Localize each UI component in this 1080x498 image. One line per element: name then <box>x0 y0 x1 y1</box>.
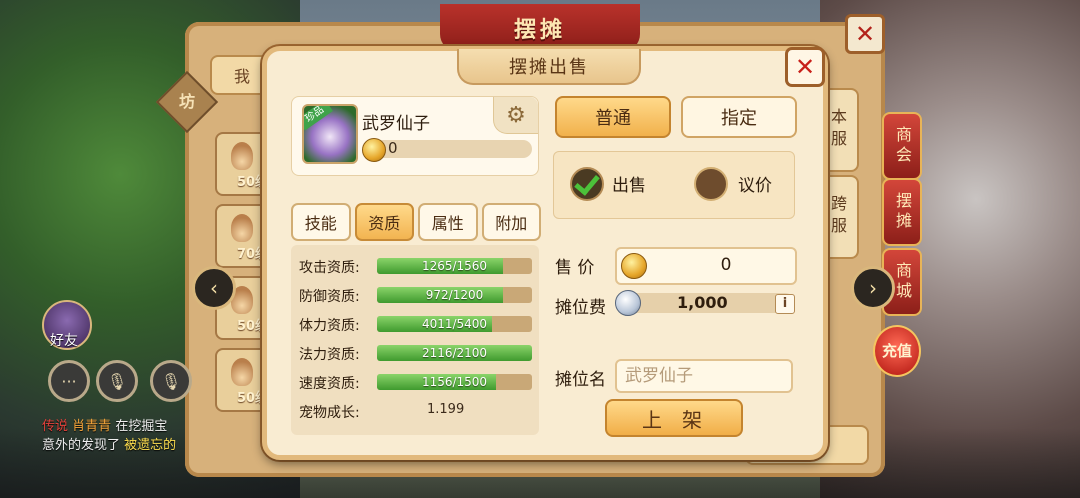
stat-value: 972/1200 <box>425 288 484 302</box>
next-arrow-button[interactable]: › <box>851 266 895 310</box>
pet-name: 武罗仙子 <box>362 114 430 134</box>
tab-aptitude[interactable]: 资质 <box>354 203 414 241</box>
growth-label: 宠物成长: <box>299 405 360 421</box>
list-for-sale-button[interactable]: 上架 <box>605 399 743 437</box>
stat-value: 2116/2100 <box>421 346 488 360</box>
aptitude-panel: 攻击资质: 1265/1560 防御资质: 972/1200 体力资质: 401… <box>291 245 539 435</box>
stat-label: 速度资质: <box>299 376 360 392</box>
mode-normal-button[interactable]: 普通 <box>555 96 671 138</box>
stat-row: 防御资质: 972/1200 <box>299 284 535 306</box>
tab-extra[interactable]: 附加 <box>481 203 541 241</box>
flame-icon <box>231 358 253 386</box>
stall-window-title: 摆摊 <box>440 4 640 52</box>
price-input[interactable]: 0 <box>615 247 797 285</box>
nav-chamber-of-commerce[interactable]: 商会 <box>882 112 922 180</box>
pet-coin-value: 0 <box>388 139 398 157</box>
voice-button-2[interactable]: 🎙 <box>150 360 192 402</box>
growth-value: 1.199 <box>427 402 465 417</box>
mode-designated-button[interactable]: 指定 <box>681 96 797 138</box>
negotiate-radio-label: 议价 <box>738 176 772 196</box>
sell-dialog: 摆摊出售 ✕ 珍品 武罗仙子 0 ⚙ 技能 资质 属性 附加 攻击资质: 126… <box>262 46 828 460</box>
tab-skills[interactable]: 技能 <box>291 203 351 241</box>
flame-icon <box>231 214 253 242</box>
chat-player-name: 肖青青 <box>72 419 112 434</box>
microphone-icon: 🎙 <box>160 371 182 391</box>
microphone-icon: 🎙 <box>106 371 128 391</box>
stat-label: 法力资质: <box>299 347 360 363</box>
price-label: 售 价 <box>555 258 595 278</box>
chat-line: 意外的发现了 被遗忘的 <box>42 434 202 453</box>
negotiate-radio[interactable] <box>694 167 728 201</box>
silver-coin-icon <box>615 290 641 316</box>
pet-settings-button[interactable]: ⚙ <box>493 97 538 134</box>
friend-label: 好友 <box>50 333 78 349</box>
dialog-title: 摆摊出售 <box>457 49 641 85</box>
dialog-close-button[interactable]: ✕ <box>785 47 825 87</box>
pet-rare-tag: 珍品 <box>304 106 333 131</box>
chat-bubble-icon: ··· <box>61 371 77 391</box>
stat-row: 攻击资质: 1265/1560 <box>299 255 535 277</box>
chat-text: 在挖掘宝 <box>115 419 168 434</box>
stat-label: 攻击资质: <box>299 260 360 276</box>
sell-radio[interactable] <box>570 167 604 201</box>
prev-arrow-button[interactable]: ‹ <box>192 266 236 310</box>
stat-value: 1156/1500 <box>421 375 488 389</box>
chat-line: 传说 肖青青 在挖掘宝 <box>42 415 202 434</box>
recharge-button[interactable]: 充值 <box>873 325 921 377</box>
price-value: 0 <box>720 255 732 275</box>
fee-label: 摊位费 <box>555 298 606 318</box>
fee-info-button[interactable]: i <box>775 294 795 314</box>
pet-coin-bar <box>374 140 532 158</box>
chat-button[interactable]: ··· <box>48 360 90 402</box>
stall-name-label: 摊位名 <box>555 370 606 390</box>
gear-icon: ⚙ <box>506 102 526 128</box>
stat-row: 体力资质: 4011/5400 <box>299 313 535 335</box>
chat-text: 意外的发现了 <box>42 438 121 453</box>
stat-row: 速度资质: 1156/1500 <box>299 371 535 393</box>
stat-value: 4011/5400 <box>421 317 488 331</box>
stat-value: 1265/1560 <box>421 259 488 273</box>
sale-type-box: 出售 议价 <box>553 151 795 219</box>
flame-icon <box>231 142 253 170</box>
voice-button[interactable]: 🎙 <box>96 360 138 402</box>
market-badge-label: 坊 <box>178 92 195 111</box>
tab-attributes[interactable]: 属性 <box>418 203 478 241</box>
stat-label: 防御资质: <box>299 289 360 305</box>
chat-item: 被遗忘的 <box>124 438 177 453</box>
arrow-right-icon: › <box>869 276 877 300</box>
fee-value: 1,000 <box>677 293 728 312</box>
chat-tag: 传说 <box>42 419 69 434</box>
stall-name-input[interactable]: 武罗仙子 <box>615 359 793 393</box>
nav-stall[interactable]: 摆摊 <box>882 178 922 246</box>
pet-card: 珍品 武罗仙子 0 ⚙ <box>291 96 539 176</box>
gold-coin-icon <box>362 138 386 162</box>
sell-radio-label: 出售 <box>612 176 646 196</box>
close-icon: ✕ <box>794 53 816 81</box>
gold-coin-icon <box>621 253 647 279</box>
arrow-left-icon: ‹ <box>210 276 218 300</box>
stat-label: 体力资质: <box>299 318 360 334</box>
stat-row: 法力资质: 2116/2100 <box>299 342 535 364</box>
growth-row: 宠物成长: 1.199 <box>299 400 535 422</box>
stat-tabs: 技能 资质 属性 附加 <box>291 203 541 241</box>
pet-avatar[interactable]: 珍品 <box>302 104 358 164</box>
stall-close-button[interactable]: ✕ <box>845 14 885 54</box>
